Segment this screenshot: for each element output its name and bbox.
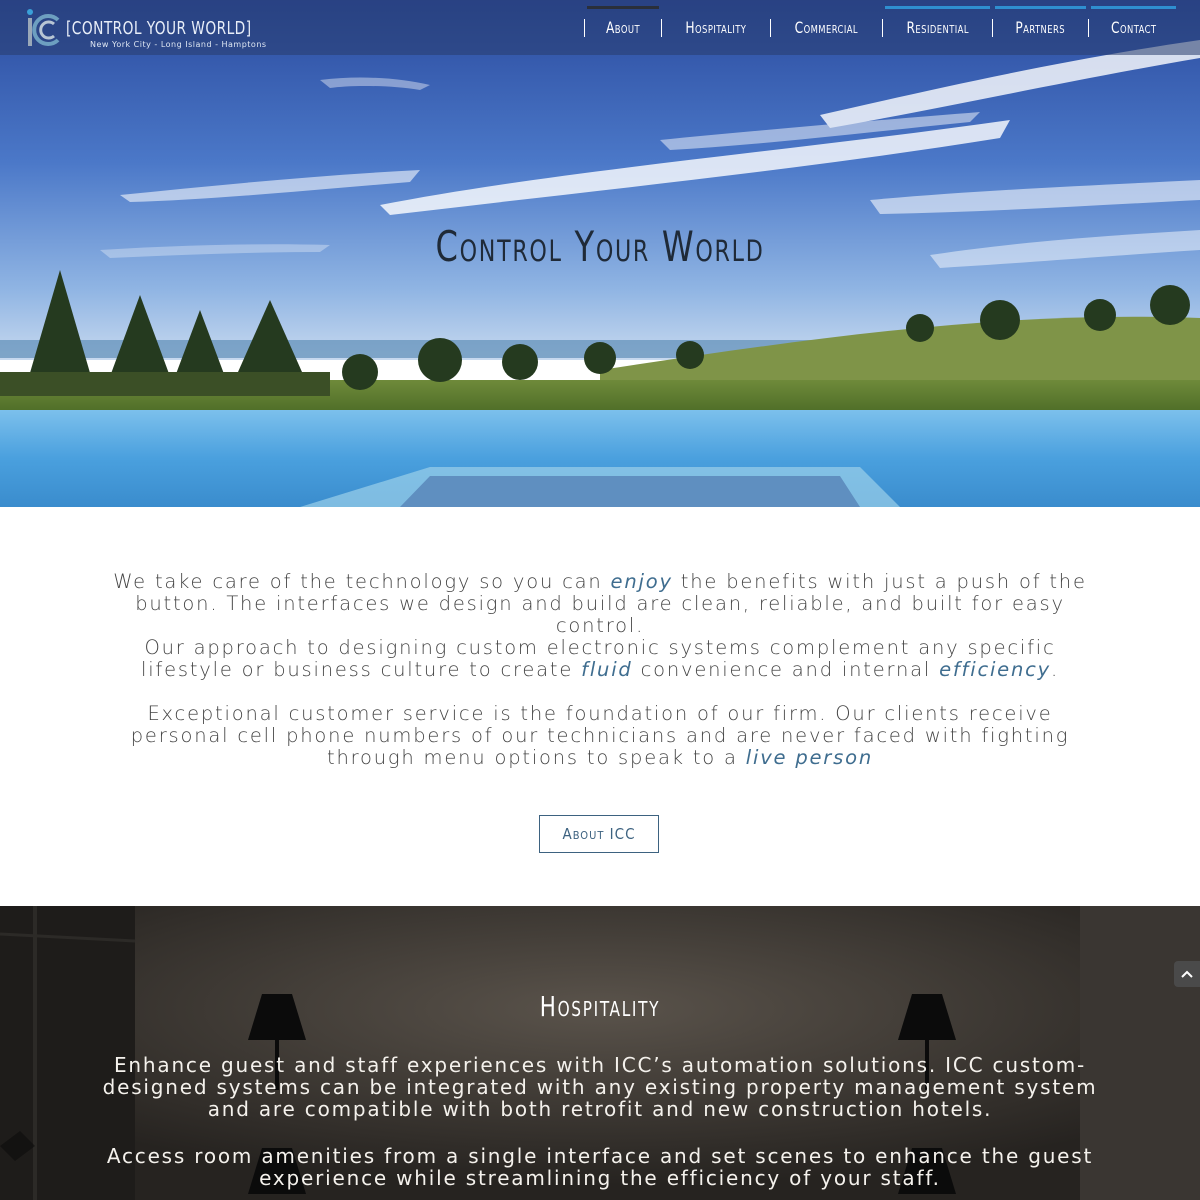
main-nav: About Hospitality Commercial Residential…	[584, 0, 1178, 55]
intro-section: We take care of the technology so you ca…	[0, 507, 1200, 907]
icc-logo-icon	[27, 9, 60, 46]
emphasis-enjoy: enjoy	[610, 570, 673, 593]
nav-active-bar	[587, 6, 660, 9]
nav-label: Commercial	[794, 18, 859, 37]
emphasis-live-person: live person	[745, 746, 873, 769]
nav-item-hospitality[interactable]: Hospitality	[662, 0, 770, 55]
emphasis-fluid: fluid	[581, 658, 633, 681]
nav-item-partners[interactable]: Partners	[993, 0, 1087, 55]
logo-title: [CONTROL YOUR WORLD]	[66, 18, 252, 39]
hero-banner: Control Your World	[0, 0, 1200, 507]
nav-highlight-bar	[884, 6, 991, 9]
site-header: [CONTROL YOUR WORLD] New York City - Lon…	[0, 0, 1200, 55]
nav-label: Contact	[1110, 18, 1156, 37]
scroll-top-button[interactable]	[1174, 961, 1200, 987]
nav-item-commercial[interactable]: Commercial	[771, 0, 882, 55]
site-logo[interactable]: [CONTROL YOUR WORLD] New York City - Lon…	[24, 6, 266, 52]
nav-item-about[interactable]: About	[585, 0, 661, 55]
emphasis-efficiency: efficiency	[939, 658, 1051, 681]
hospitality-section: Hospitality Enhance guest and staff expe…	[0, 906, 1200, 1200]
hospitality-title: Hospitality	[539, 990, 661, 1023]
nav-item-residential[interactable]: Residential	[883, 0, 992, 55]
nav-label: Hospitality	[685, 18, 747, 37]
nav-label: About	[606, 18, 641, 37]
intro-paragraph-3: Exceptional customer service is the foun…	[130, 702, 1070, 769]
intro-paragraph-2: Our approach to designing custom electro…	[141, 636, 1059, 681]
hospitality-paragraph-1: Enhance guest and staff experiences with…	[102, 1053, 1098, 1121]
nav-label: Residential	[906, 18, 969, 37]
hospitality-paragraph-2: Access room amenities from a single inte…	[106, 1144, 1094, 1190]
nav-highlight-bar	[1090, 6, 1176, 9]
hero-title: Control Your World	[435, 222, 765, 271]
about-icc-button[interactable]: About ICC	[539, 815, 659, 853]
chevron-up-icon	[1181, 970, 1193, 978]
nav-item-contact[interactable]: Contact	[1089, 0, 1178, 55]
intro-paragraph-1: We take care of the technology so you ca…	[113, 570, 1087, 637]
nav-highlight-bar	[995, 6, 1086, 9]
nav-label: Partners	[1015, 18, 1066, 37]
logo-subtitle: New York City - Long Island - Hamptons	[90, 40, 267, 49]
